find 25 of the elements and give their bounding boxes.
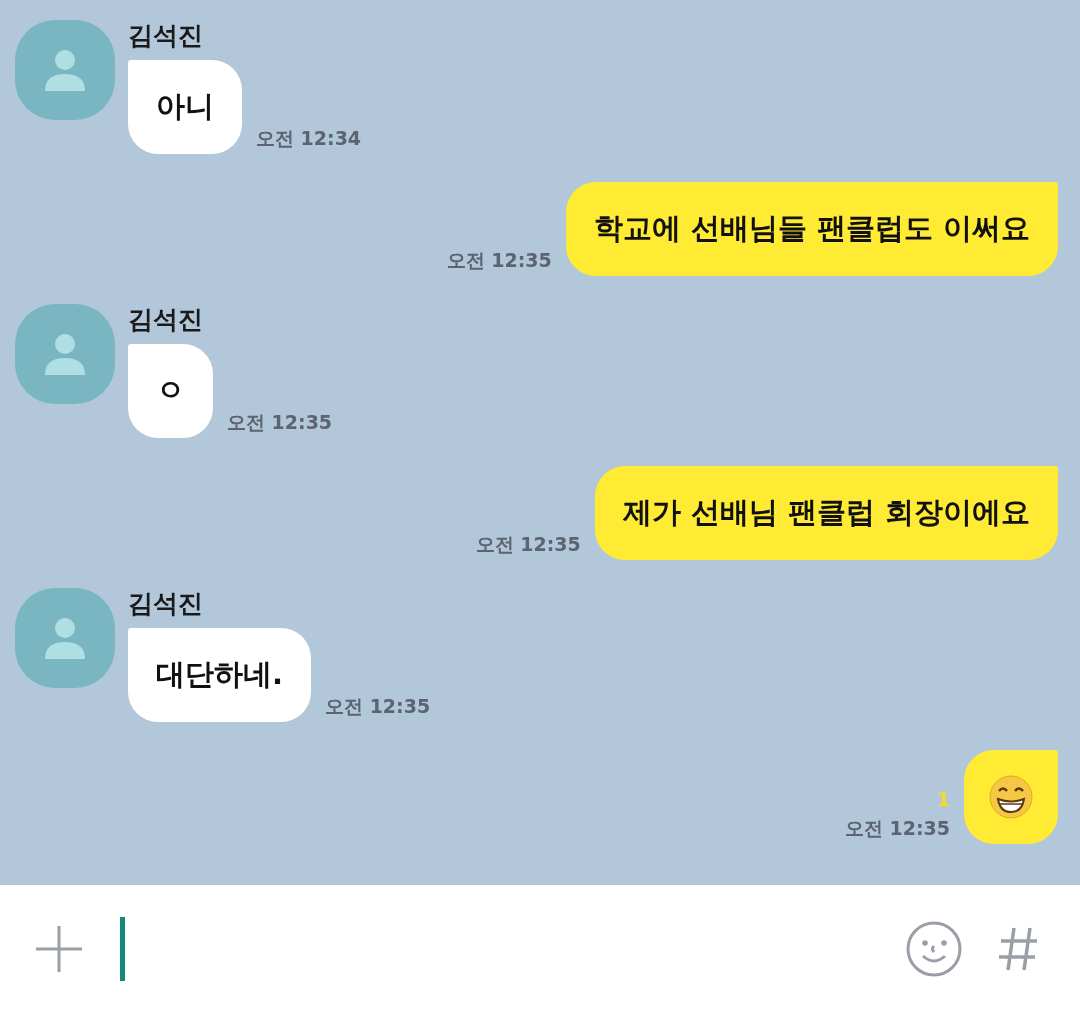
- grinning-face-icon: [988, 774, 1034, 820]
- person-icon: [42, 331, 88, 377]
- message-time: 오전 12:35: [227, 410, 333, 435]
- message-time: 오전 12:35: [325, 694, 431, 719]
- message-time: 오전 12:34: [256, 126, 362, 151]
- avatar[interactable]: [15, 304, 115, 404]
- message-bubble: 학교에 선배님들 팬클럽도 이써요: [565, 182, 1058, 276]
- sender-name: 김석진: [128, 20, 204, 52]
- unread-count: 1: [936, 788, 950, 810]
- plus-icon[interactable]: [34, 923, 84, 974]
- emoji-icon[interactable]: [906, 920, 962, 977]
- message-time: 오전 12:35: [844, 816, 950, 841]
- person-icon: [42, 47, 88, 93]
- message-bubble: 대단하네.: [128, 628, 312, 722]
- sender-name: 김석진: [128, 304, 204, 336]
- person-icon: [42, 615, 88, 661]
- avatar[interactable]: [15, 588, 115, 688]
- message-time: 오전 12:35: [446, 248, 552, 273]
- message-bubble: ㅇ: [128, 344, 213, 438]
- avatar[interactable]: [15, 20, 115, 120]
- hashtag-icon[interactable]: [998, 925, 1038, 972]
- message-time: 오전 12:35: [475, 532, 581, 557]
- message-bubble: 아니: [128, 60, 242, 154]
- message-bubble: 제가 선배님 팬클럽 회장이에요: [594, 466, 1058, 560]
- sender-name: 김석진: [128, 588, 204, 620]
